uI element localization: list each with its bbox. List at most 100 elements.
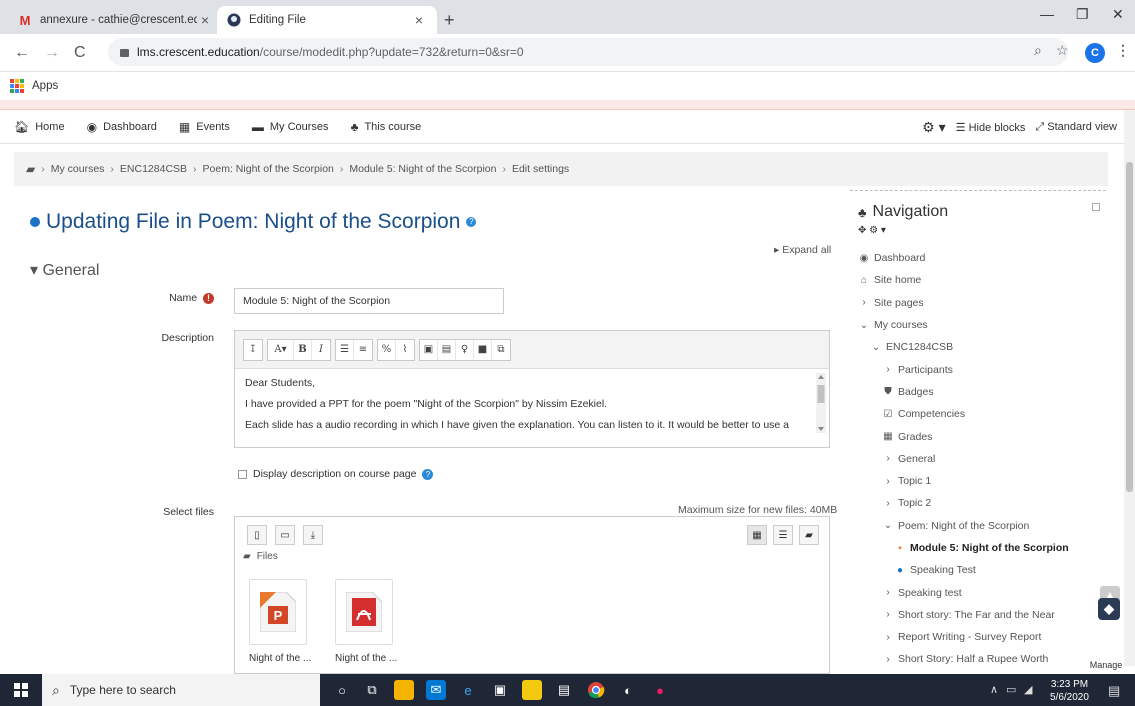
nav-my-courses[interactable]: ▬ My Courses	[252, 120, 329, 134]
file-item[interactable]: Night of the ...	[335, 579, 397, 664]
apps-bookmark[interactable]: Apps	[32, 80, 58, 92]
nav-tree-item[interactable]: › Topic 2	[850, 492, 1106, 514]
new-tab-button[interactable]: +	[444, 10, 455, 31]
nav-tree-item[interactable]: ▦ Grades	[850, 425, 1106, 447]
standard-view-button[interactable]: ⤢ Standard view	[1035, 121, 1117, 134]
file-explorer-icon[interactable]	[522, 680, 542, 700]
nav-tree-item[interactable]: ◉ Dashboard	[850, 247, 1106, 269]
task-view-icon[interactable]: ⧉	[362, 680, 382, 700]
edge-icon[interactable]: e	[458, 680, 478, 700]
close-tab-icon[interactable]: ×	[197, 12, 213, 28]
zoom-icon[interactable]: ⌕	[1034, 42, 1042, 59]
tab-gmail[interactable]: M annexure - cathie@crescent.educ ×	[8, 6, 223, 34]
editor-content[interactable]: Dear Students, I have provided a PPT for…	[235, 369, 829, 447]
breadcrumb-edit-settings[interactable]: Edit settings	[512, 163, 569, 175]
nav-tree-item[interactable]: › Report Writing - Survey Report	[850, 626, 1106, 648]
editor-scrollbar[interactable]	[816, 373, 826, 433]
nav-tree-item[interactable]: ⛊ Badges	[850, 381, 1106, 403]
nav-tree-item[interactable]: ⌄ ENC1284CSB	[850, 336, 1106, 358]
store-icon[interactable]: ▣	[490, 680, 510, 700]
nav-tree-item[interactable]: › Short Story: Half a Rupee Worth	[850, 648, 1106, 670]
breadcrumb-module[interactable]: Module 5: Night of the Scorpion	[349, 163, 496, 175]
add-file-icon[interactable]: ▯	[247, 525, 267, 545]
display-description-checkbox[interactable]	[238, 469, 247, 479]
bookmark-star-icon[interactable]: ☆	[1056, 42, 1069, 59]
breadcrumb-my-courses[interactable]: My courses	[51, 163, 105, 175]
nav-tree-item[interactable]: ⌄ Poem: Night of the Scorpion	[850, 515, 1106, 537]
forward-icon[interactable]: →	[44, 44, 60, 62]
tray-chevron-icon[interactable]: ∧	[990, 683, 998, 696]
list-view-icon[interactable]: ☰	[773, 525, 793, 545]
mail-icon[interactable]: ✉	[426, 680, 446, 700]
volume-icon[interactable]: ◢	[1024, 683, 1032, 696]
hide-blocks-button[interactable]: ☰ Hide blocks	[956, 121, 1026, 134]
close-tab-icon[interactable]: ×	[411, 12, 427, 28]
nav-tree-item[interactable]: ● Speaking Test	[850, 559, 1106, 581]
nav-tree-item[interactable]: ▪ Module 5: Night of the Scorpion	[850, 537, 1106, 559]
notifications-icon[interactable]: ▤	[1108, 683, 1120, 699]
close-window-icon[interactable]: ✕	[1112, 6, 1124, 23]
chrome-icon[interactable]	[586, 680, 606, 700]
taskbar-search[interactable]: ⌕ Type here to search	[42, 674, 320, 706]
unlink-icon[interactable]: ⌇	[396, 340, 414, 360]
media-icon[interactable]: ▤	[438, 339, 456, 360]
nav-tree-item[interactable]: › Short story: The Far and the Near	[850, 604, 1106, 626]
nav-tree-item[interactable]: › Site pages	[850, 292, 1106, 314]
reload-icon[interactable]: C	[74, 44, 86, 62]
numbered-list-icon[interactable]: ≡	[354, 340, 372, 360]
restore-icon[interactable]: ❐	[1076, 6, 1089, 23]
collapse-block-icon[interactable]	[1092, 203, 1100, 211]
address-bar[interactable]: lms.crescent.education/course/modedit.ph…	[108, 38, 1068, 66]
image-icon[interactable]: ▣	[420, 339, 438, 360]
nav-tree-item[interactable]: ⌂ Site home	[850, 269, 1106, 291]
page-scrollbar[interactable]	[1124, 110, 1135, 666]
toolbar-toggle-icon[interactable]: ↧	[244, 340, 262, 360]
scrollbar-thumb[interactable]	[1126, 162, 1133, 492]
nav-home[interactable]: 🏠︎ Home	[14, 120, 65, 134]
nav-tree-item[interactable]: › Speaking test	[850, 581, 1106, 603]
nav-this-course[interactable]: ♣ This course	[351, 120, 422, 134]
video-icon[interactable]: ■	[474, 339, 492, 360]
nav-tree-item[interactable]: ⌄ My courses	[850, 314, 1106, 336]
bold-icon[interactable]: B	[294, 339, 312, 360]
nav-tree-item[interactable]: ☑ Competencies	[850, 403, 1106, 425]
nav-tree-item[interactable]: › Participants	[850, 358, 1106, 380]
cortana-icon[interactable]: ○	[332, 680, 352, 700]
clock[interactable]: 3:23 PM 5/6/2020	[1050, 678, 1089, 704]
back-icon[interactable]: ←	[14, 44, 30, 62]
tree-view-icon[interactable]: ▰	[799, 525, 819, 545]
nav-dashboard[interactable]: ◉ Dashboard	[87, 120, 157, 134]
breadcrumb-section[interactable]: Poem: Night of the Scorpion	[203, 163, 334, 175]
network-icon[interactable]: ▭	[1006, 683, 1016, 696]
help-icon[interactable]: ?	[422, 468, 434, 480]
bullet-list-icon[interactable]: ☰	[336, 339, 354, 360]
download-icon[interactable]: ⤓	[303, 525, 323, 545]
minimize-icon[interactable]: —	[1040, 6, 1054, 22]
notepad-icon[interactable]: ▤	[554, 680, 574, 700]
expand-all-link[interactable]: ▸ Expand all	[774, 244, 831, 256]
nav-tree-item[interactable]: › General	[850, 448, 1106, 470]
profile-avatar[interactable]: C	[1085, 43, 1105, 63]
windows-start-icon[interactable]	[14, 683, 28, 697]
tab-editing-file[interactable]: Editing File ×	[217, 6, 437, 34]
file-item[interactable]: P Night of the ...	[249, 579, 311, 664]
manage-icon[interactable]: ◆	[1098, 598, 1120, 620]
description-editor[interactable]: ↧ A▾ B I ☰ ≡ % ⌇ ▣ ▤ ♀ ■ ⧉ Dear Students, I have…	[234, 330, 830, 448]
name-input[interactable]: Module 5: Night of the Scorpion	[234, 288, 504, 314]
block-tools[interactable]: ✥ ⚙ ▾	[858, 225, 886, 236]
manage-files-icon[interactable]: ⧉	[492, 340, 510, 360]
microphone-icon[interactable]: ♀	[456, 339, 474, 360]
create-folder-icon[interactable]: ▭	[275, 525, 295, 545]
font-style-icon[interactable]: A▾	[268, 339, 294, 360]
section-general-toggle[interactable]: ▾ General	[30, 260, 99, 280]
files-path[interactable]: ▰ Files	[243, 551, 278, 562]
app-icon[interactable]: ◐	[618, 680, 638, 700]
grid-view-icon[interactable]: ▦	[747, 525, 767, 545]
italic-icon[interactable]: I	[312, 340, 330, 360]
menu-kebab-icon[interactable]: ⋮	[1116, 42, 1130, 59]
paint-icon[interactable]: ●	[650, 680, 670, 700]
breadcrumb-course[interactable]: ENC1284CSB	[120, 163, 187, 175]
gear-icon[interactable]: ⚙ ▾	[869, 225, 886, 236]
link-icon[interactable]: %	[378, 339, 396, 360]
sticky-notes-icon[interactable]	[394, 680, 414, 700]
